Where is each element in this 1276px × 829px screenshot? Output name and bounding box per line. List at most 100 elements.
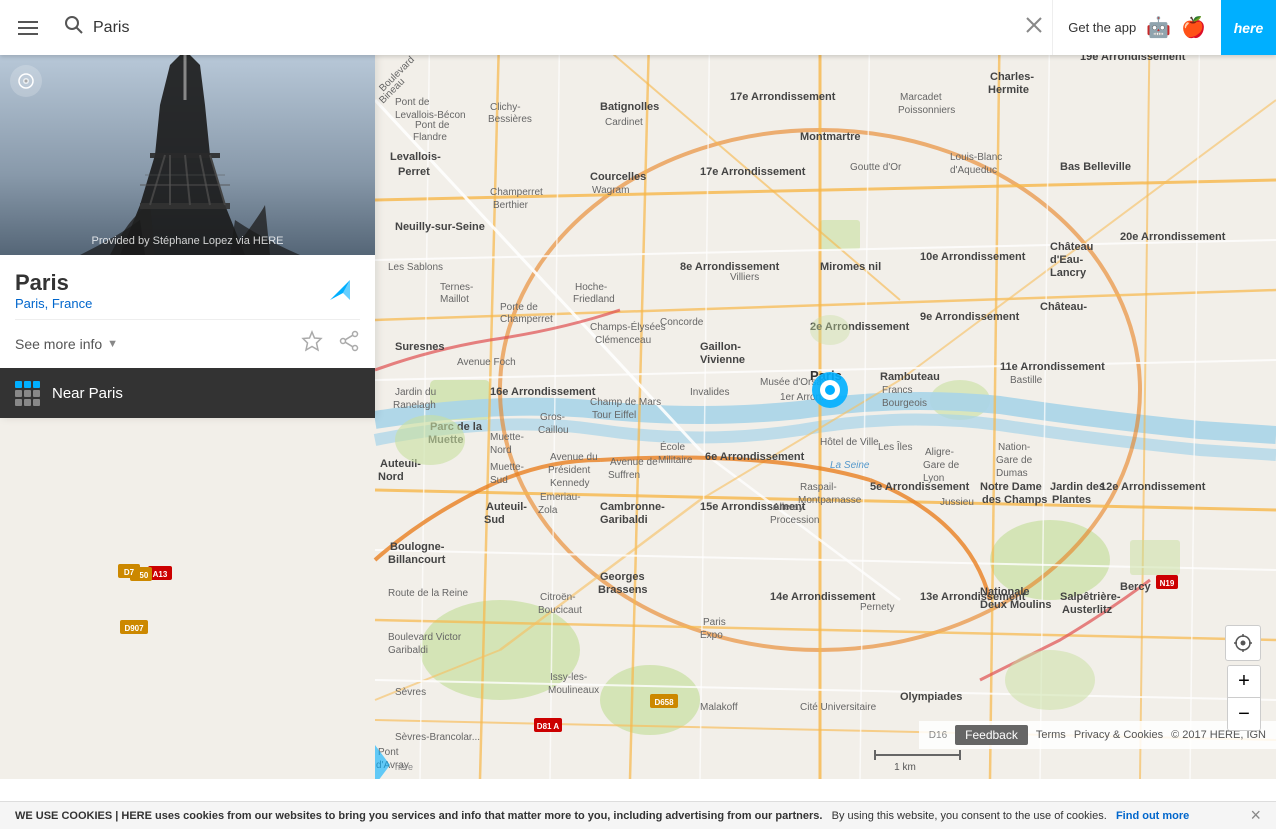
svg-text:Goutte d'Or: Goutte d'Or <box>850 162 902 173</box>
svg-text:Boulogne-: Boulogne- <box>390 541 445 553</box>
see-more-button[interactable]: See more info ▼ <box>15 336 118 352</box>
zoom-controls: + − <box>1227 665 1261 731</box>
svg-text:Route de la Reine: Route de la Reine <box>388 588 468 599</box>
svg-text:Nord: Nord <box>378 471 404 483</box>
svg-text:Bastille: Bastille <box>1010 375 1043 386</box>
find-out-more-link[interactable]: Find out more <box>1116 810 1189 822</box>
svg-text:Jardin du: Jardin du <box>395 387 436 398</box>
svg-text:N19: N19 <box>1160 579 1175 588</box>
get-app-label: Get the app <box>1068 20 1136 35</box>
svg-text:Miromes nil: Miromes nil <box>820 261 881 273</box>
eiffel-tower-image <box>0 55 375 255</box>
svg-text:Notre Dame: Notre Dame <box>980 481 1042 493</box>
svg-text:La Seine: La Seine <box>830 460 870 471</box>
svg-text:Kennedy: Kennedy <box>550 478 589 489</box>
svg-text:Muette-: Muette- <box>490 462 524 473</box>
svg-text:20e Arrondissement: 20e Arrondissement <box>1120 231 1226 243</box>
menu-button[interactable] <box>0 0 55 55</box>
here-logo[interactable]: here <box>1221 0 1276 55</box>
apple-icon[interactable]: 🍎 <box>1181 15 1206 40</box>
svg-text:Deux Moulins: Deux Moulins <box>980 599 1052 611</box>
place-image: Provided by Stéphane Lopez via HERE <box>0 55 375 255</box>
svg-text:Clichy-: Clichy- <box>490 102 521 113</box>
cookie-bar: WE USE COOKIES | HERE uses cookies from … <box>0 801 1276 829</box>
save-button[interactable] <box>301 330 323 358</box>
svg-text:Hermite: Hermite <box>988 84 1029 96</box>
svg-text:16e Arrondissement: 16e Arrondissement <box>490 386 596 398</box>
svg-text:Emeriau-: Emeriau- <box>540 492 581 503</box>
svg-text:Gare de: Gare de <box>996 455 1033 466</box>
svg-text:Sud: Sud <box>490 475 508 486</box>
svg-text:Nationale: Nationale <box>980 586 1030 598</box>
svg-text:Austerlitz: Austerlitz <box>1062 604 1113 616</box>
svg-text:Gros-: Gros- <box>540 412 565 423</box>
svg-text:Vivienne: Vivienne <box>700 354 745 366</box>
terms-link[interactable]: Terms <box>1036 729 1066 741</box>
svg-text:Olympiades: Olympiades <box>900 691 962 703</box>
svg-text:Invalides: Invalides <box>690 387 729 398</box>
svg-text:Cardinet: Cardinet <box>605 117 643 128</box>
cookie-title: WE USE COOKIES | HERE uses cookies from … <box>15 810 822 822</box>
star-icon <box>301 330 323 352</box>
feedback-button[interactable]: Feedback <box>955 725 1028 745</box>
svg-text:Garibaldi: Garibaldi <box>388 645 428 656</box>
svg-text:Francs: Francs <box>882 385 913 396</box>
svg-text:D907: D907 <box>124 624 144 633</box>
grid-dots-icon <box>15 381 40 406</box>
svg-text:Hoche-: Hoche- <box>575 282 607 293</box>
svg-text:Rambuteau: Rambuteau <box>880 371 940 383</box>
svg-text:Président: Président <box>548 465 590 476</box>
svg-text:Neuilly-sur-Seine: Neuilly-sur-Seine <box>395 221 485 233</box>
search-close-button[interactable] <box>1026 17 1042 38</box>
svg-text:Issy-les-: Issy-les- <box>550 672 587 683</box>
svg-text:1 km: 1 km <box>894 762 916 773</box>
svg-text:Cité Universitaire: Cité Universitaire <box>800 702 877 713</box>
svg-text:Boucicaut: Boucicaut <box>538 605 582 616</box>
svg-text:Boulevard Victor: Boulevard Victor <box>388 632 462 643</box>
svg-text:Avenue de: Avenue de <box>610 457 658 468</box>
location-center-button[interactable] <box>1225 625 1261 661</box>
navigate-button[interactable] <box>320 270 360 310</box>
svg-text:Jardin des: Jardin des <box>1050 481 1105 493</box>
svg-text:Tour Eiffel: Tour Eiffel <box>592 410 636 421</box>
svg-text:Lancry: Lancry <box>1050 267 1087 279</box>
place-subtitle[interactable]: Paris, France <box>15 296 92 311</box>
search-input[interactable] <box>93 19 1016 37</box>
svg-text:Moulineaux: Moulineaux <box>548 685 599 696</box>
svg-text:Pernety: Pernety <box>860 602 894 613</box>
near-paris-section[interactable]: Near Paris <box>0 368 375 418</box>
place-info: Paris Paris, France <box>0 255 375 319</box>
svg-text:Dumas: Dumas <box>996 468 1028 479</box>
svg-text:Bas Belleville: Bas Belleville <box>1060 161 1131 173</box>
cookie-close-button[interactable]: × <box>1250 805 1261 826</box>
svg-text:Les Îles: Les Îles <box>878 440 912 453</box>
android-icon[interactable]: 🤖 <box>1146 15 1171 40</box>
svg-text:Georges: Georges <box>600 571 645 583</box>
image-location-button[interactable] <box>10 65 42 97</box>
svg-text:Procession: Procession <box>770 515 819 526</box>
svg-text:Wagram: Wagram <box>592 185 629 196</box>
zoom-in-button[interactable]: + <box>1228 666 1260 698</box>
get-app-section: Get the app 🤖 🍎 <box>1052 0 1221 55</box>
svg-text:Suffren: Suffren <box>608 470 640 481</box>
svg-text:Charles-: Charles- <box>990 71 1034 83</box>
svg-text:Zola: Zola <box>538 505 558 516</box>
image-credit: Provided by Stéphane Lopez via HERE <box>0 235 375 247</box>
action-icons <box>301 330 360 358</box>
privacy-link[interactable]: Privacy & Cookies <box>1074 729 1163 741</box>
location-icon <box>1233 633 1253 653</box>
cookie-text: WE USE COOKIES | HERE uses cookies from … <box>15 810 1240 822</box>
search-bar <box>55 0 1052 55</box>
share-icon <box>338 330 360 352</box>
zoom-out-button[interactable]: − <box>1228 698 1260 730</box>
here-logo-text: here <box>1234 20 1264 36</box>
svg-text:Gaillon-: Gaillon- <box>700 341 741 353</box>
svg-text:Nord: Nord <box>490 445 512 456</box>
svg-text:Muette-: Muette- <box>490 432 524 443</box>
svg-text:here: here <box>395 762 413 772</box>
svg-text:Berthier: Berthier <box>493 200 529 211</box>
search-icon <box>65 16 83 39</box>
share-button[interactable] <box>338 330 360 358</box>
svg-text:A13: A13 <box>153 570 168 579</box>
svg-text:Ranelagh: Ranelagh <box>393 400 436 411</box>
